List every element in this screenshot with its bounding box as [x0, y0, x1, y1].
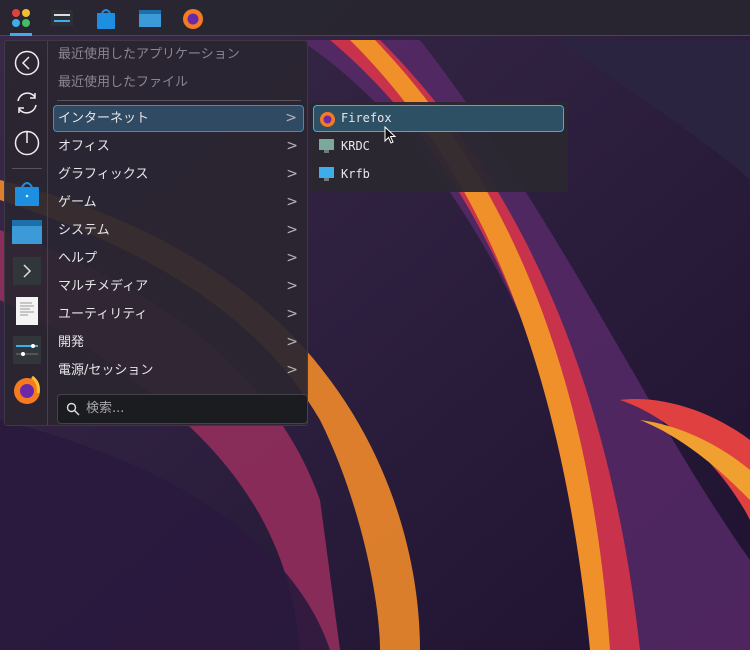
chevron-right-icon: >: [286, 138, 298, 154]
chevron-right-icon: >: [286, 334, 298, 350]
application-launcher-icon[interactable]: [9, 6, 33, 30]
mouse-cursor-icon: [384, 126, 397, 144]
back-icon[interactable]: [12, 48, 42, 78]
label: 最近使用したアプリケーション: [58, 47, 240, 62]
category-system[interactable]: システム >: [53, 217, 304, 244]
label: Krfb: [341, 167, 370, 181]
category-office[interactable]: オフィス >: [53, 133, 304, 160]
krdc-icon: [319, 139, 334, 153]
search-icon: [66, 402, 80, 416]
recent-applications[interactable]: 最近使用したアプリケーション: [53, 41, 304, 68]
terminal-icon[interactable]: [12, 256, 42, 286]
taskbar: [0, 0, 750, 36]
application-menu: 最近使用したアプリケーション 最近使用したファイル インターネット > オフィス >…: [4, 40, 308, 426]
label: ゲーム: [58, 195, 97, 210]
label: 電源/セッション: [58, 363, 154, 378]
label: グラフィックス: [58, 167, 149, 182]
restart-icon[interactable]: [12, 88, 42, 118]
category-power-session[interactable]: 電源/セッション >: [53, 357, 304, 384]
chevron-right-icon: >: [286, 250, 298, 266]
chevron-right-icon: >: [286, 278, 298, 294]
firefox-icon: [320, 112, 335, 127]
category-help[interactable]: ヘルプ >: [53, 245, 304, 272]
internet-submenu: Firefox KRDC Krfb: [309, 102, 568, 192]
label: オフィス: [58, 139, 110, 154]
search-placeholder: 検索...: [86, 401, 125, 416]
app-firefox[interactable]: Firefox: [313, 105, 564, 132]
shutdown-icon[interactable]: [12, 128, 42, 158]
system-settings-icon[interactable]: [50, 6, 74, 30]
chevron-right-icon: >: [286, 222, 298, 238]
chevron-right-icon: >: [286, 362, 298, 378]
label: ヘルプ: [58, 251, 98, 266]
firefox-icon[interactable]: [12, 375, 42, 405]
label: KRDC: [341, 139, 370, 153]
recent-files[interactable]: 最近使用したファイル: [53, 69, 304, 96]
category-utilities[interactable]: ユーティリティ >: [53, 301, 304, 328]
discover-icon[interactable]: [12, 178, 42, 208]
chevron-right-icon: >: [286, 166, 298, 182]
label: Firefox: [341, 111, 392, 125]
chevron-right-icon: >: [285, 110, 297, 126]
chevron-right-icon: >: [286, 194, 298, 210]
category-multimedia[interactable]: マルチメディア >: [53, 273, 304, 300]
favorites-sidebar: [6, 41, 48, 425]
search-input[interactable]: 検索...: [57, 394, 308, 424]
system-settings-icon[interactable]: [12, 335, 42, 365]
file-manager-icon[interactable]: [138, 6, 162, 30]
discover-icon[interactable]: [94, 6, 118, 30]
label: 最近使用したファイル: [58, 75, 189, 90]
category-graphics[interactable]: グラフィックス >: [53, 161, 304, 188]
category-development[interactable]: 開発 >: [53, 329, 304, 356]
chevron-right-icon: >: [286, 306, 298, 322]
category-internet[interactable]: インターネット >: [53, 105, 304, 132]
file-manager-icon[interactable]: [12, 216, 42, 246]
firefox-icon[interactable]: [181, 6, 205, 30]
text-editor-icon[interactable]: [12, 296, 42, 326]
label: インターネット: [58, 111, 150, 126]
active-indicator: [10, 33, 32, 36]
app-krdc[interactable]: KRDC: [313, 133, 564, 160]
label: 開発: [58, 335, 85, 350]
krfb-icon: [319, 167, 334, 181]
label: ユーティリティ: [58, 307, 148, 322]
category-games[interactable]: ゲーム >: [53, 189, 304, 216]
app-krfb[interactable]: Krfb: [313, 161, 564, 188]
menu-divider: [57, 100, 301, 101]
sidebar-separator: [12, 168, 42, 169]
label: システム: [58, 223, 110, 238]
label: マルチメディア: [58, 279, 149, 294]
